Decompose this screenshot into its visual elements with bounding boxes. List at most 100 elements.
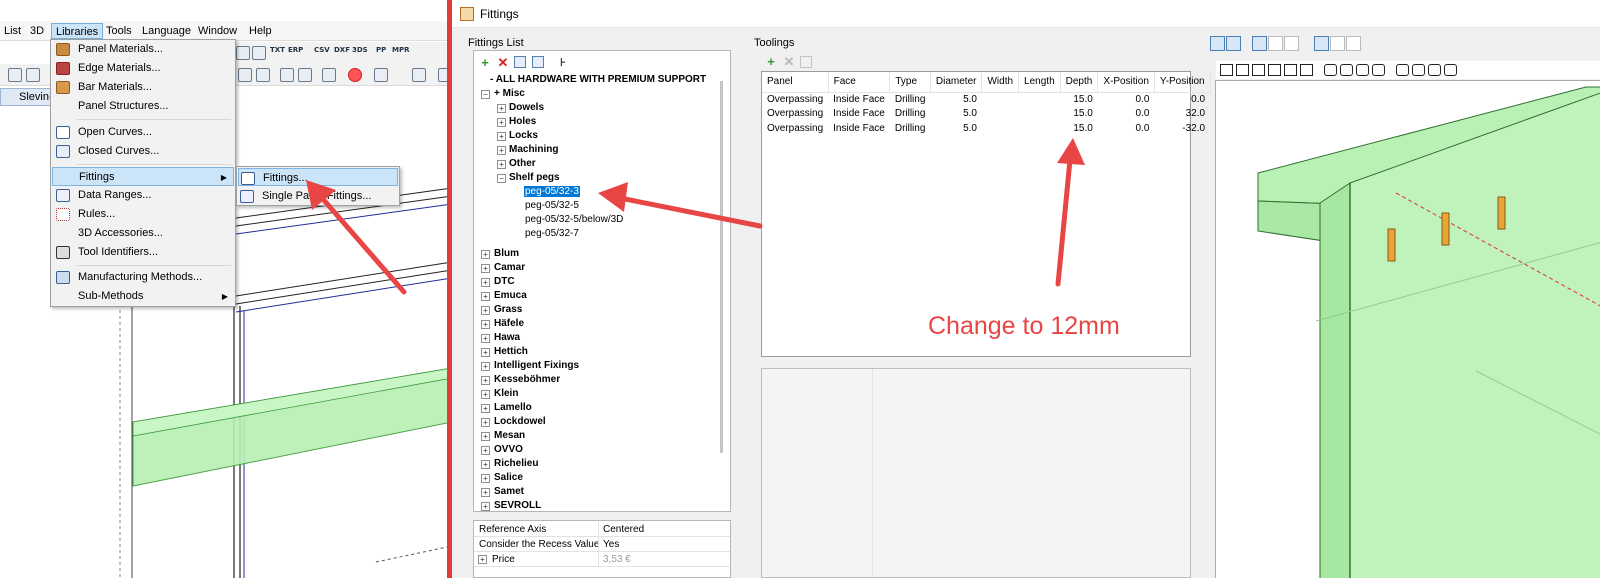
tree-expand-icon[interactable]: + [481, 460, 490, 469]
iso-cube-icon[interactable] [1340, 64, 1353, 76]
iso-cube-icon[interactable] [1444, 64, 1457, 76]
tree-node-manufacturer[interactable]: Richelieu [494, 457, 538, 471]
tree-node-manufacturer[interactable]: Hettich [494, 345, 528, 359]
menu-item-manufacturing-methods[interactable]: Manufacturing Methods... [52, 268, 234, 287]
tree-node-manufacturer[interactable]: Hawa [494, 331, 520, 345]
table-cell[interactable]: -32.0 [1154, 121, 1210, 136]
tree-node-machining[interactable]: Machining [509, 143, 558, 157]
tree-expand-icon[interactable]: + [481, 418, 490, 427]
tree-expand-icon[interactable]: + [481, 446, 490, 455]
delete-icon[interactable]: ✕ [496, 56, 510, 70]
window-titlebar[interactable]: Fittings [452, 0, 1600, 28]
list-icon[interactable] [236, 46, 250, 60]
align-top-icon[interactable] [1252, 36, 1267, 51]
iso-cube-icon[interactable] [1428, 64, 1441, 76]
tree-node-manufacturer[interactable]: Kesseböhmer [494, 373, 560, 387]
delete-tooling-icon[interactable]: ✕ [782, 55, 796, 69]
tree-expand-icon[interactable]: + [481, 432, 490, 441]
table-cell[interactable] [1019, 121, 1061, 136]
wireframe-icon[interactable] [8, 68, 22, 82]
column-header[interactable]: Depth [1060, 72, 1099, 93]
tree-expand-icon[interactable]: + [481, 334, 490, 343]
panel-splitter[interactable] [872, 369, 873, 577]
dxf-export-icon[interactable]: DXF [334, 46, 350, 54]
copy-tooling-icon[interactable] [800, 56, 812, 68]
tree-expand-icon[interactable]: + [481, 376, 490, 385]
table-cell[interactable]: 15.0 [1060, 107, 1098, 122]
tree-leaf-peg-selected[interactable]: peg-05/32-3 [524, 185, 580, 199]
copy-icon[interactable] [238, 68, 252, 82]
table-row[interactable]: Overpassing Inside Face Drilling 5.0 15.0 0.0… [762, 107, 1210, 122]
menu-item-3d-accessories[interactable]: 3D Accessories... [52, 224, 234, 243]
tree-expand-icon[interactable]: + [481, 306, 490, 315]
align-left-icon[interactable] [1314, 36, 1329, 51]
frame-icon[interactable] [280, 68, 294, 82]
menu-item-open-curves[interactable]: Open Curves... [52, 123, 234, 142]
table-cell[interactable]: Overpassing [762, 92, 828, 107]
tree-expand-icon[interactable]: + [481, 264, 490, 273]
menu-libraries[interactable]: Libraries [51, 23, 104, 39]
view-cube-icon[interactable] [1284, 64, 1297, 76]
brush-icon[interactable] [256, 68, 270, 82]
menu-item-panel-materials[interactable]: Panel Materials... [52, 40, 234, 59]
table-cell[interactable] [982, 121, 1019, 136]
table-cell[interactable]: 0.0 [1098, 92, 1155, 107]
property-expand-icon[interactable]: + [478, 555, 487, 564]
tools-icon[interactable] [412, 68, 426, 82]
property-row[interactable]: Consider the Recess Value Yes [474, 537, 730, 552]
view-cube-icon[interactable] [1268, 64, 1281, 76]
tree-options-icon[interactable]: ⊦ [556, 56, 570, 70]
property-row[interactable]: + Price 3,53 € [474, 552, 730, 567]
tree-collapse-icon[interactable]: − [481, 90, 490, 99]
tree-expand-icon[interactable]: + [481, 488, 490, 497]
erp-export-icon[interactable]: ERP [288, 46, 303, 54]
layers-icon[interactable] [298, 68, 312, 82]
view-cube-icon[interactable] [1236, 64, 1249, 76]
table-cell[interactable]: 5.0 [930, 121, 982, 136]
tree-node-manufacturer[interactable]: Camar [494, 261, 525, 275]
tree-node-manufacturer[interactable]: Häfele [494, 317, 524, 331]
table-cell[interactable]: 5.0 [930, 92, 982, 107]
tree-node-shelf-pegs[interactable]: Shelf pegs [509, 171, 560, 185]
menu-item-rules[interactable]: Rules... [52, 205, 234, 224]
tree-expand-icon[interactable]: + [497, 118, 506, 127]
table-cell[interactable]: 32.0 [1154, 107, 1210, 122]
submenu-item-fittings[interactable]: Fittings... [238, 168, 398, 186]
table-row[interactable]: Overpassing Inside Face Drilling 5.0 15.0 0.0… [762, 92, 1210, 107]
align-bottom-icon[interactable] [1284, 36, 1299, 51]
tree-node-manufacturer[interactable]: Blum [494, 247, 519, 261]
tree-node-manufacturer[interactable]: Emuca [494, 289, 527, 303]
add-icon[interactable]: + [478, 56, 492, 70]
table-cell[interactable] [1019, 92, 1061, 107]
column-header[interactable]: Type [889, 72, 931, 93]
measure-icon[interactable] [374, 68, 388, 82]
table-cell[interactable]: 0.0 [1098, 107, 1155, 122]
mpr-export-icon[interactable]: MPR [392, 46, 410, 54]
csv-export-icon[interactable]: CSV [314, 46, 330, 54]
table-cell[interactable]: 15.0 [1060, 121, 1098, 136]
tree-expand-icon[interactable]: + [481, 250, 490, 259]
tree-node-manufacturer[interactable]: OVVO [494, 443, 523, 457]
txt-export-icon[interactable]: TXT [270, 46, 285, 54]
tree-expand-icon[interactable]: + [481, 320, 490, 329]
paste-icon[interactable] [532, 56, 544, 68]
table-cell[interactable]: Inside Face [828, 92, 890, 107]
tree-node-manufacturer[interactable]: Grass [494, 303, 522, 317]
stop-icon[interactable] [348, 68, 362, 82]
tree-expand-icon[interactable]: + [481, 474, 490, 483]
tree-node-manufacturer[interactable]: Mesan [494, 429, 525, 443]
tree-leaf-peg[interactable]: peg-05/32-5/below/3D [525, 213, 623, 227]
iso-cube-icon[interactable] [1412, 64, 1425, 76]
tree-leaf-peg[interactable]: peg-05/32-5 [525, 199, 579, 213]
menu-item-closed-curves[interactable]: Closed Curves... [52, 142, 234, 161]
menu-item-tool-identifiers[interactable]: Tool Identifiers... [52, 243, 234, 262]
table-cell[interactable]: 0.0 [1098, 121, 1155, 136]
table-cell[interactable]: Inside Face [828, 107, 890, 122]
tree-collapse-icon[interactable]: − [497, 174, 506, 183]
tree-node-manufacturer[interactable]: Lamello [494, 401, 532, 415]
column-header[interactable]: X-Position [1097, 72, 1155, 93]
view-mode-icon[interactable] [1210, 36, 1225, 51]
menu-item-data-ranges[interactable]: Data Ranges... [52, 186, 234, 205]
tree-node-locks[interactable]: Locks [509, 129, 538, 143]
tree-node-holes[interactable]: Holes [509, 115, 536, 129]
